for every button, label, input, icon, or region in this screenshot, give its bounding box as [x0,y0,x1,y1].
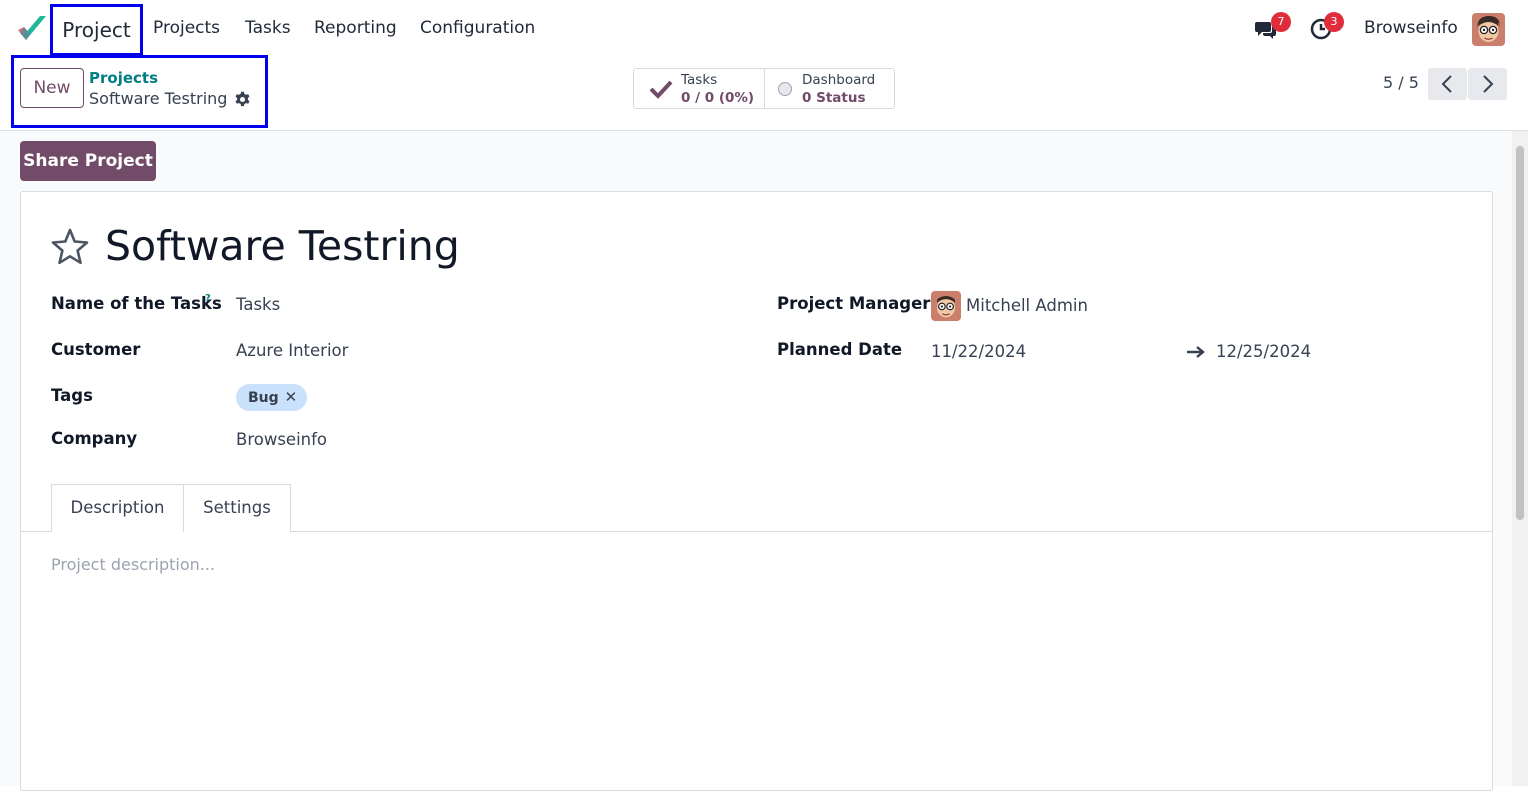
field-customer[interactable]: Azure Interior [236,341,348,360]
field-company[interactable]: Browseinfo [236,430,327,449]
pager-next-button[interactable] [1468,68,1507,100]
field-task-name[interactable]: Tasks [236,295,280,314]
scrollbar-thumb[interactable] [1516,146,1524,520]
description-editor[interactable]: Project description... [51,555,215,574]
dashboard-smart-button[interactable]: Dashboard 0 Status [765,69,895,108]
breadcrumb-current: Software Testring [89,89,228,108]
app-name[interactable]: Project [50,4,143,56]
project-title[interactable]: Software Testring [105,222,460,270]
chevron-right-icon [1483,75,1494,93]
tag-remove-icon[interactable]: ✕ [285,388,298,406]
field-label-project-manager: Project Manager [777,294,931,313]
tasks-stat-value: 0 / 0 (0%) [681,90,755,106]
new-button[interactable]: New [20,68,84,108]
menu-reporting[interactable]: Reporting [314,18,397,38]
pager-previous-button[interactable] [1428,68,1467,100]
project-app-logo-icon[interactable] [16,14,48,44]
arrow-right-icon [1187,346,1205,358]
field-date-end[interactable]: 12/25/2024 [1216,342,1311,361]
field-label-tags: Tags [51,386,93,405]
field-date-start[interactable]: 11/22/2024 [931,342,1026,361]
tab-settings[interactable]: Settings [184,484,291,532]
dashboard-stat-value: 0 Status [802,90,866,106]
breadcrumb-projects[interactable]: Projects [89,69,158,87]
tab-description[interactable]: Description [51,484,184,532]
smart-buttons: Tasks 0 / 0 (0%) Dashboard 0 Status [633,68,895,109]
menu-configuration[interactable]: Configuration [420,18,535,38]
menu-tasks[interactable]: Tasks [245,18,291,38]
manager-avatar [931,291,961,321]
tag-badge: Bug ✕ [236,384,308,411]
field-label-planned-date: Planned Date [777,340,903,359]
chevron-left-icon [1441,75,1452,93]
pager-value[interactable]: 5 / 5 [1383,73,1419,92]
tasks-smart-button[interactable]: Tasks 0 / 0 (0%) [634,69,764,108]
top-navbar: Project Projects Tasks Reporting Configu… [0,0,1528,58]
check-icon [649,80,673,99]
field-label-company: Company [51,429,138,448]
messages-badge: 7 [1271,12,1291,32]
star-icon[interactable] [50,227,90,267]
status-circle-icon [778,82,792,96]
field-label-customer: Customer [51,340,141,359]
field-label-task-name: Name of the Tasks [51,294,222,313]
menu-projects[interactable]: Projects [153,18,220,38]
dashboard-stat-label: Dashboard [802,72,876,88]
tasks-stat-label: Tasks [681,72,718,88]
field-project-manager[interactable]: Mitchell Admin [966,296,1088,315]
tag-label: Bug [248,390,279,406]
help-tooltip-icon[interactable]: ? [205,293,211,304]
share-project-button[interactable]: Share Project [20,141,156,181]
gear-icon[interactable] [234,91,251,108]
company-switcher[interactable]: Browseinfo [1364,18,1458,38]
activities-badge: 3 [1324,12,1344,32]
user-avatar[interactable] [1472,13,1505,46]
